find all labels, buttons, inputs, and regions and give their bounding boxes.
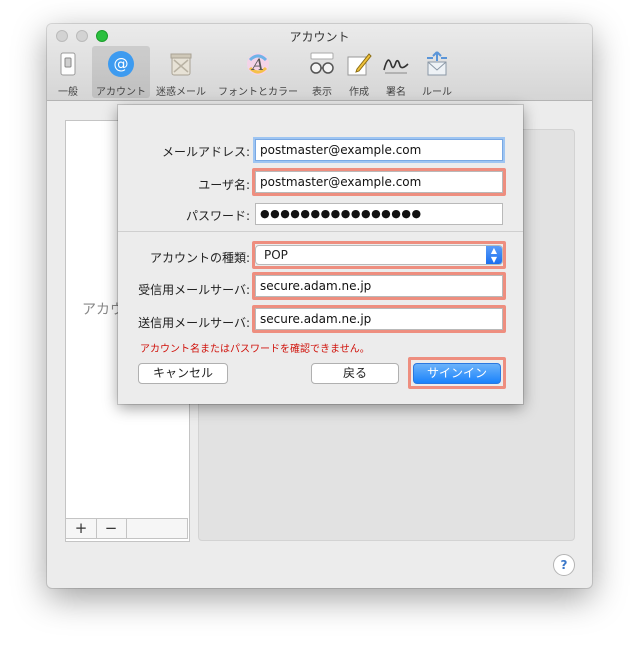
popup-arrows-icon: ▲ ▼	[486, 246, 502, 264]
email-label: メールアドレス:	[161, 145, 250, 159]
svg-text:@: @	[114, 55, 129, 73]
sheet-separator	[118, 231, 523, 232]
toolbar-item-signatures[interactable]: 署名	[381, 46, 411, 98]
username-field[interactable]: postmaster@example.com	[255, 171, 503, 193]
incoming-server-label: 受信用メールサーバ:	[138, 283, 250, 297]
toolbar-item-viewing[interactable]: 表示	[307, 46, 337, 98]
junk-trash-icon	[170, 53, 192, 76]
password-field[interactable]: ●●●●●●●●●●●●●●●●	[255, 203, 503, 225]
email-field[interactable]: postmaster@example.com	[255, 139, 503, 161]
signature-icon	[383, 59, 409, 74]
toolbar-label-fonts-colors: フォントとカラー	[218, 87, 298, 98]
account-list-buttons: + −	[65, 518, 188, 539]
account-type-popup[interactable]: POP ▲ ▼	[255, 245, 503, 265]
window-title: アカウント	[289, 30, 350, 44]
toolbar-item-rules[interactable]: ルール	[417, 46, 457, 98]
add-account-button[interactable]: +	[66, 519, 97, 538]
add-account-sheet: メールアドレス: postmaster@example.com ユーザ名: po…	[118, 105, 523, 404]
error-message: アカウント名またはパスワードを確認できません。	[140, 344, 370, 355]
toolbar-item-general[interactable]: 一般	[53, 46, 83, 98]
toolbar-item-accounts[interactable]: @ アカウント	[92, 46, 150, 98]
glasses-icon	[310, 52, 334, 74]
remove-account-button[interactable]: −	[96, 519, 127, 538]
password-label: パスワード:	[185, 209, 250, 223]
help-button[interactable]: ?	[553, 554, 575, 576]
svg-text:A: A	[250, 55, 264, 74]
rules-envelope-icon	[427, 51, 447, 76]
incoming-server-field[interactable]: secure.adam.ne.jp	[255, 275, 503, 297]
outgoing-server-label: 送信用メールサーバ:	[138, 316, 250, 330]
compose-pencil-icon	[347, 53, 372, 76]
toolbar-item-fonts-colors[interactable]: A フォントとカラー	[215, 46, 301, 98]
cancel-button[interactable]: キャンセル	[138, 363, 228, 384]
toolbar-item-junk[interactable]: 迷惑メール	[153, 46, 209, 98]
toolbar-label-general: 一般	[58, 87, 78, 98]
toolbar-label-signatures: 署名	[386, 87, 406, 98]
title-bar: アカウント 一般 @ アカウント 迷惑メール A フォントとカラー 表示 作成 …	[47, 24, 592, 101]
back-button[interactable]: 戻る	[311, 363, 399, 384]
toolbar-label-junk: 迷惑メール	[156, 87, 206, 98]
account-type-label: アカウントの種類:	[149, 251, 250, 265]
toolbar-label-viewing: 表示	[312, 87, 332, 98]
signin-button[interactable]: サインイン	[413, 363, 501, 384]
font-color-icon: A	[247, 53, 269, 75]
toolbar-label-rules: ルール	[422, 87, 452, 98]
outgoing-server-field[interactable]: secure.adam.ne.jp	[255, 308, 503, 330]
switch-icon	[60, 52, 76, 76]
username-label: ユーザ名:	[198, 178, 250, 192]
toolbar-item-composing[interactable]: 作成	[343, 46, 375, 98]
toolbar-label-accounts: アカウント	[96, 87, 146, 98]
toolbar-label-composing: 作成	[349, 87, 369, 98]
at-sign-icon: @	[108, 51, 134, 77]
account-type-value: POP	[264, 248, 288, 262]
